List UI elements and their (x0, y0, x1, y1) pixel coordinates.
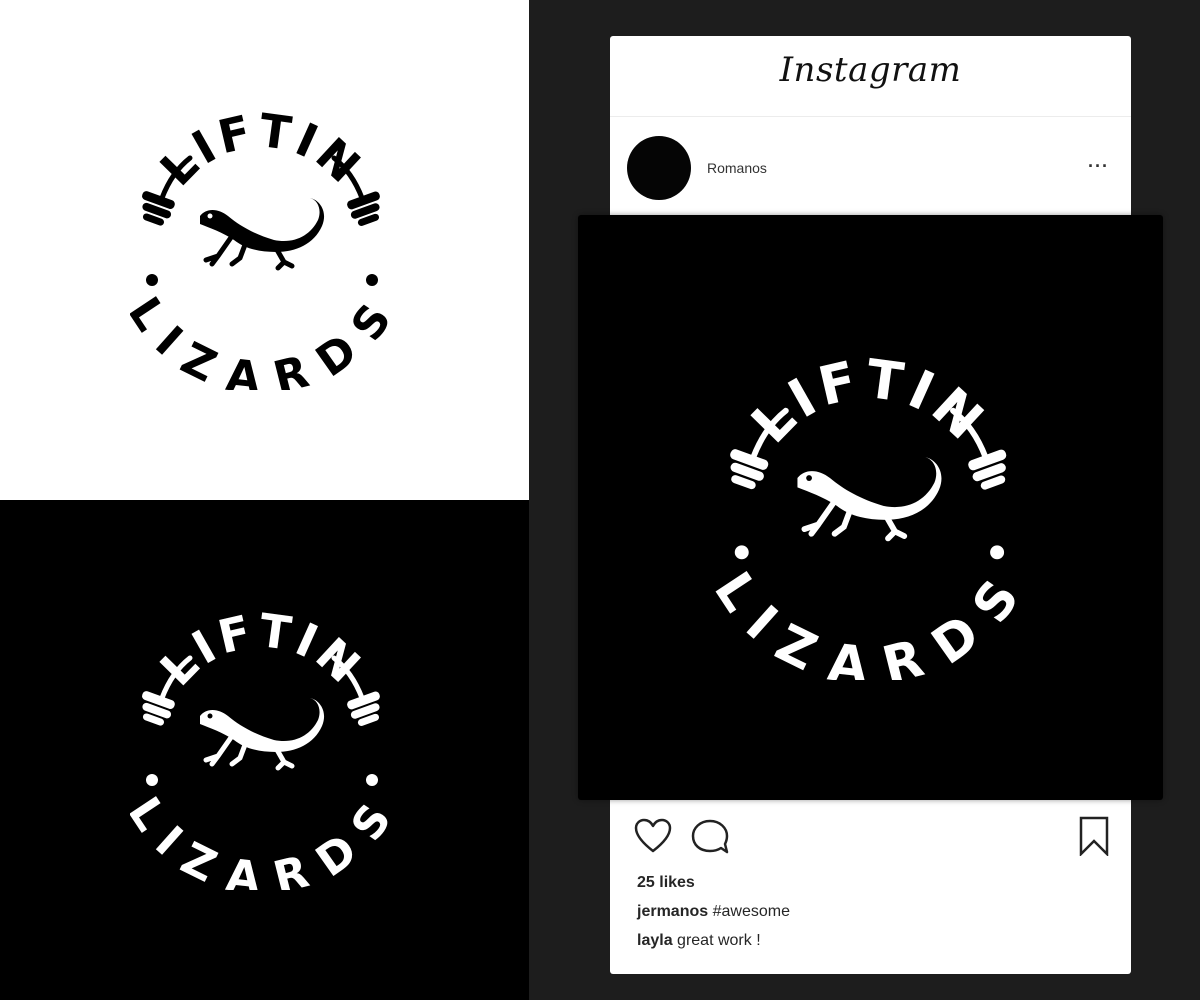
instagram-header: Instagram (610, 36, 1131, 117)
logo-dot-right (366, 774, 378, 786)
dumbbell-icon-right (347, 691, 380, 726)
instagram-wordmark: Instagram (779, 50, 962, 90)
dumbbell-icon-left (142, 691, 175, 726)
dumbbell-icon-right (968, 449, 1007, 490)
lizard-icon (797, 457, 942, 542)
logo-dot-left (146, 774, 158, 786)
post-username[interactable]: Romanos (707, 160, 767, 176)
comment: layla great work ! (637, 932, 761, 950)
heart-icon[interactable] (634, 818, 672, 854)
logo-top-text: LIFTIN (739, 355, 999, 455)
more-horizontal-icon[interactable]: ··· (1088, 156, 1109, 177)
speech-bubble-icon[interactable] (690, 818, 730, 856)
dumbbell-icon-left (730, 449, 769, 490)
liftin-lizards-logo-post: LIFTIN LIZARDS (715, 355, 1025, 680)
logo-bottom-text: LIZARDS (130, 788, 395, 890)
liftin-lizards-logo-white: LIFTIN LIZARDS (130, 610, 395, 890)
likes-count: 25 likes (637, 874, 695, 891)
logo-bottom-text: LIZARDS (715, 562, 1025, 680)
caption-text: #awesome (712, 903, 790, 920)
logo-dot-right (990, 545, 1005, 560)
logo-dot-right (366, 274, 378, 286)
lizard-icon (200, 698, 325, 771)
bookmark-icon[interactable] (1078, 816, 1110, 856)
avatar[interactable] (627, 136, 691, 200)
lizard-icon (200, 198, 325, 271)
caption-user[interactable]: jermanos (637, 903, 708, 920)
liftin-lizards-logo-black: LIFTIN LIZARDS (130, 110, 395, 390)
caption: jermanos #awesome (637, 903, 790, 921)
dumbbell-icon-left (142, 191, 175, 226)
logo-top-text: LIFTIN (150, 110, 374, 196)
logo-top-text: LIFTIN (150, 610, 374, 696)
dumbbell-icon-right (347, 191, 380, 226)
logo-dot-left (734, 545, 749, 560)
logo-bottom-text: LIZARDS (130, 288, 395, 390)
logo-dot-left (146, 274, 158, 286)
comment-user[interactable]: layla (637, 932, 673, 949)
comment-text: great work ! (677, 932, 761, 949)
